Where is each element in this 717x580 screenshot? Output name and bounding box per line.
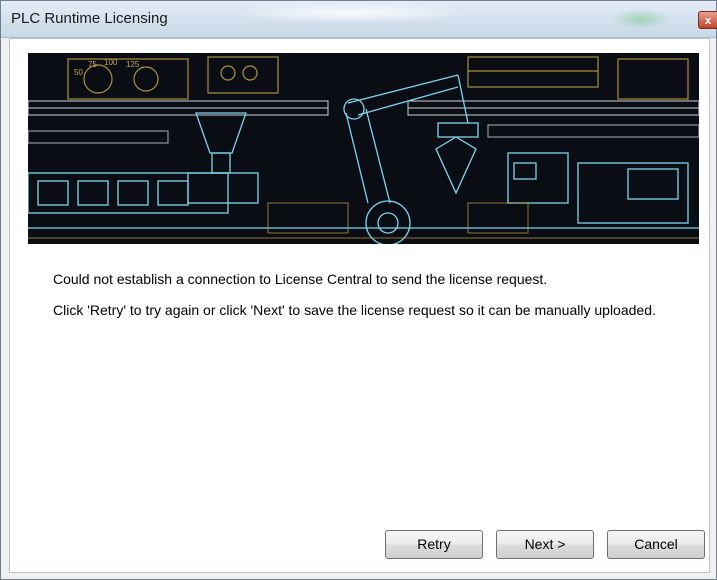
close-icon: x bbox=[704, 15, 712, 27]
gauge-label-100: 100 bbox=[104, 58, 118, 67]
dialog-body: 75 100 125 50 Could not establish a conn… bbox=[9, 38, 710, 573]
connection-error-text: Could not establish a connection to Lice… bbox=[53, 271, 548, 287]
title-bar-highlight bbox=[611, 9, 671, 29]
dialog-window: PLC Runtime Licensing x 75 100 125 50 Co… bbox=[0, 0, 717, 580]
status-message: Could not establish a connection to Lice… bbox=[53, 271, 693, 333]
gauge-label-75: 75 bbox=[88, 60, 97, 69]
next-button[interactable]: Next > bbox=[496, 530, 594, 559]
gauge-label-50: 50 bbox=[74, 68, 83, 77]
close-button[interactable]: x bbox=[698, 11, 717, 29]
window-title: PLC Runtime Licensing bbox=[11, 10, 168, 27]
gauge-label-125: 125 bbox=[126, 60, 140, 69]
retry-button[interactable]: Retry bbox=[385, 530, 483, 559]
cancel-button[interactable]: Cancel bbox=[607, 530, 705, 559]
industrial-machinery-illustration: 75 100 125 50 bbox=[28, 56, 699, 244]
banner-image: 75 100 125 50 bbox=[28, 53, 699, 244]
retry-instructions-text: Click 'Retry' to try again or click 'Nex… bbox=[53, 302, 656, 318]
title-bar[interactable]: PLC Runtime Licensing x bbox=[1, 1, 717, 38]
title-bar-glow bbox=[231, 3, 471, 23]
